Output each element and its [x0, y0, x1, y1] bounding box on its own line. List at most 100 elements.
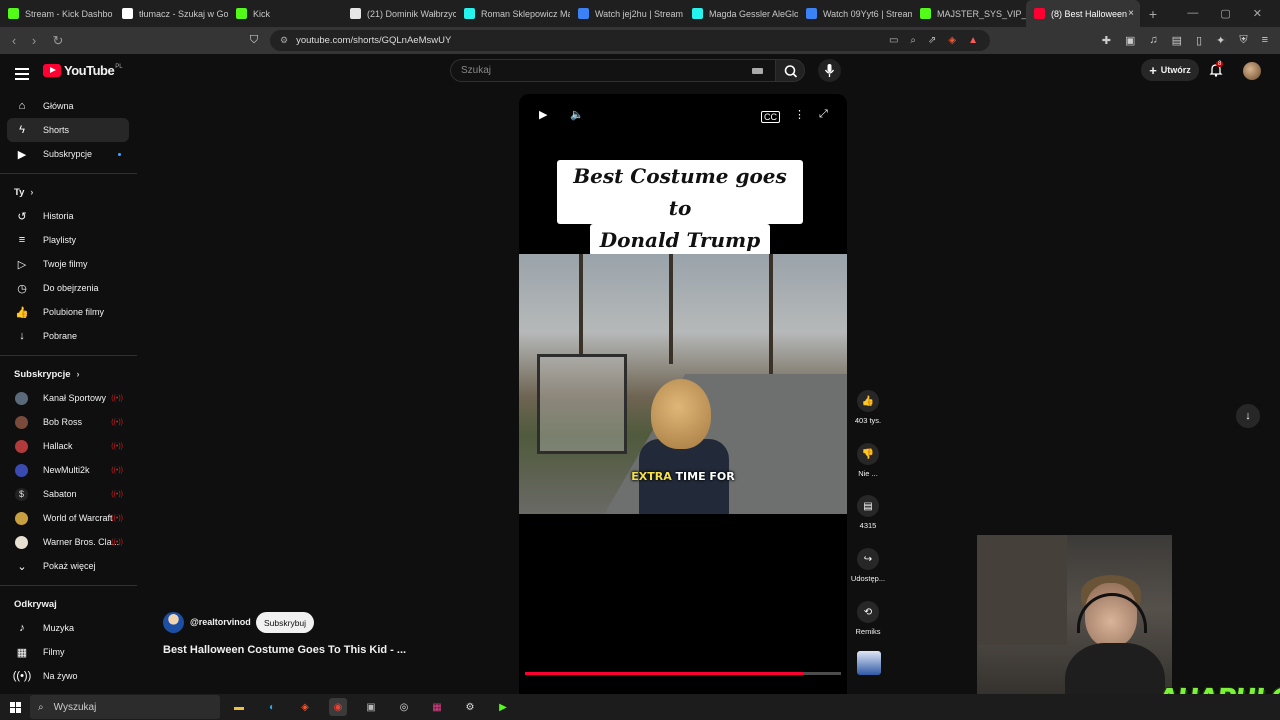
- dislike-button[interactable]: 👎 Nie ...: [850, 443, 886, 478]
- sidebar-item-movies[interactable]: ▦ Filmy: [0, 640, 137, 664]
- sidebar-item-channel[interactable]: $ Sabaton ((•)): [0, 482, 137, 506]
- kick-icon[interactable]: ▶: [494, 698, 512, 716]
- next-short-button[interactable]: ↓: [1236, 404, 1260, 428]
- subtitle-rest: TIME FOR: [671, 470, 735, 483]
- sidebar-item-channel[interactable]: Hallack ((•)): [0, 434, 137, 458]
- screenshot-icon[interactable]: ▣: [1125, 34, 1135, 47]
- browser-tab[interactable]: tłumacz - Szukaj w Go: [114, 0, 228, 27]
- account-avatar[interactable]: [1243, 62, 1261, 80]
- sidebar-item-channel[interactable]: Kanał Sportowy ((•)): [0, 386, 137, 410]
- brave-shield-icon[interactable]: ◈: [948, 35, 956, 46]
- sidebar-item-home[interactable]: ⌂ Główna: [0, 94, 137, 118]
- more-options-icon[interactable]: ⋮: [794, 108, 805, 121]
- browser-tab[interactable]: Magda Gessler AleGlor: [684, 0, 798, 27]
- media-icon[interactable]: ♫: [1149, 34, 1157, 47]
- leo-ai-icon[interactable]: ✦: [1216, 34, 1225, 47]
- sidebar-item-your-videos[interactable]: ▷ Twoje filmy: [0, 252, 137, 276]
- address-bar[interactable]: ⚙ youtube.com/shorts/GQLnAeMswUY ▭ ⌕ ⇗ ◈…: [270, 30, 990, 51]
- sidebar-item-history[interactable]: ↺ Historia: [0, 204, 137, 228]
- youtube-logo[interactable]: YouTube PL: [43, 63, 123, 78]
- zoom-icon[interactable]: ⌕: [910, 35, 916, 46]
- app-green-pink-icon[interactable]: ▦: [428, 698, 446, 716]
- chevron-down-icon: ⌄: [17, 560, 27, 573]
- sidebar-item-channel[interactable]: Bob Ross ((•)): [0, 410, 137, 434]
- remix-button[interactable]: ⟲ Remiks: [850, 601, 886, 636]
- sidebar-item-music[interactable]: ♪ Muzyka: [0, 616, 137, 640]
- fullscreen-icon[interactable]: ⤢: [819, 108, 828, 121]
- sidebar-item-subscriptions[interactable]: ▶ Subskrypcje: [0, 142, 137, 166]
- wallet-icon[interactable]: ▯: [1196, 34, 1202, 47]
- edge-icon[interactable]: ◐: [263, 698, 281, 716]
- create-button[interactable]: + Utwórz: [1141, 59, 1199, 81]
- start-button[interactable]: [0, 701, 30, 713]
- subscribe-button[interactable]: Subskrybuj: [256, 612, 315, 633]
- section-title: Ty: [14, 186, 25, 198]
- share-page-icon[interactable]: ⇗: [928, 35, 936, 46]
- forward-icon[interactable]: ›: [24, 33, 44, 48]
- browser-tab[interactable]: Watch jej2hu | Stream: [570, 0, 684, 27]
- sound-channel-thumbnail[interactable]: [857, 651, 881, 675]
- sidebar-item-channel[interactable]: NewMulti2k ((•)): [0, 458, 137, 482]
- brave-icon[interactable]: ◈: [296, 698, 314, 716]
- sidebar-item-channel[interactable]: Warner Bros. Cla... ((•)): [0, 530, 137, 554]
- tab-close-icon[interactable]: ×: [1128, 8, 1134, 19]
- sidebar-item-live[interactable]: ((•)) Na żywo: [0, 664, 137, 688]
- browser-tab[interactable]: Stream - Kick Dashbo: [0, 0, 114, 27]
- sidebar-item-liked-videos[interactable]: 👍 Polubione filmy: [0, 300, 137, 324]
- guide-menu-icon[interactable]: [15, 65, 29, 83]
- search-button[interactable]: [775, 59, 805, 82]
- show-more-button[interactable]: ⌄ Pokaż więcej: [0, 554, 137, 578]
- short-title[interactable]: Best Halloween Costume Goes To This Kid …: [163, 644, 406, 656]
- maximize-icon[interactable]: ▢: [1220, 7, 1230, 20]
- video-progress-bar[interactable]: [525, 672, 841, 675]
- explore-section-header[interactable]: Odkrywaj: [0, 592, 137, 616]
- voice-search-button[interactable]: [818, 59, 841, 82]
- webcam-overlay: [977, 535, 1172, 720]
- shorts-video-player[interactable]: ▶ 🔈 CC ⋮ ⤢ Best Costume goes to Donald T…: [519, 94, 847, 694]
- divider: [0, 173, 137, 174]
- file-explorer-icon[interactable]: ▬: [230, 698, 248, 716]
- site-info-icon[interactable]: ⚙: [280, 35, 288, 46]
- brave-rewards-icon[interactable]: ▲: [968, 35, 978, 46]
- back-icon[interactable]: ‹: [4, 33, 24, 48]
- sidebar-icon[interactable]: ▤: [1172, 34, 1182, 47]
- play-icon[interactable]: ▶: [539, 108, 547, 121]
- like-button[interactable]: 👍 403 tys.: [850, 390, 886, 425]
- sidebar-item-label: Hallack: [43, 441, 73, 451]
- bookmark-icon[interactable]: ⛉: [244, 34, 264, 47]
- close-window-icon[interactable]: ✕: [1253, 7, 1262, 20]
- browser-tab[interactable]: MAJSTER_SYS_VIP_C S: [912, 0, 1026, 27]
- minimize-icon[interactable]: —: [1187, 7, 1198, 20]
- chrome-icon[interactable]: ◉: [329, 698, 347, 716]
- search-input[interactable]: Szukaj: [450, 59, 776, 82]
- cast-icon[interactable]: ▭: [889, 35, 898, 46]
- settings-icon[interactable]: ⚙: [461, 698, 479, 716]
- browser-tab[interactable]: Kick: [228, 0, 342, 27]
- captions-icon[interactable]: CC: [761, 111, 780, 123]
- extensions-icon[interactable]: ✚: [1102, 34, 1111, 47]
- obs-icon[interactable]: ◎: [395, 698, 413, 716]
- new-tab-button[interactable]: +: [1140, 6, 1166, 22]
- sidebar-item-shorts[interactable]: ϟ Shorts: [7, 118, 129, 142]
- taskbar-search[interactable]: ⌕ Wyszukaj: [30, 695, 220, 719]
- sidebar-item-watch-later[interactable]: ◷ Do obejrzenia: [0, 276, 137, 300]
- browser-tab[interactable]: Watch 09Yyt6 | Stream: [798, 0, 912, 27]
- vpn-icon[interactable]: ⛨: [1239, 34, 1247, 47]
- sidebar-item-downloads[interactable]: ↓ Pobrane: [0, 324, 137, 348]
- subscriptions-section-header[interactable]: Subskrypcje ›: [0, 362, 137, 386]
- app-icon[interactable]: ▣: [362, 698, 380, 716]
- comments-button[interactable]: ▤ 4315: [850, 495, 886, 530]
- sidebar-item-playlists[interactable]: ≡ Playlisty: [0, 228, 137, 252]
- browser-tab[interactable]: Roman Sklepowicz Ma: [456, 0, 570, 27]
- keyboard-icon[interactable]: [752, 68, 763, 74]
- you-section-header[interactable]: Ty ›: [0, 180, 137, 204]
- channel-name[interactable]: @realtorvinod: [190, 617, 251, 627]
- reload-icon[interactable]: ↻: [48, 33, 68, 49]
- share-button[interactable]: ↪ Udostęp...: [850, 548, 886, 583]
- channel-avatar[interactable]: [163, 612, 184, 633]
- volume-icon[interactable]: 🔈: [570, 108, 584, 121]
- browser-tab[interactable]: (21) Dominik Wałbrzyc: [342, 0, 456, 27]
- sidebar-item-channel[interactable]: World of Warcraft ((•)): [0, 506, 137, 530]
- menu-icon[interactable]: ≡: [1262, 34, 1268, 47]
- browser-tab[interactable]: (8) Best Halloween ×: [1026, 0, 1140, 27]
